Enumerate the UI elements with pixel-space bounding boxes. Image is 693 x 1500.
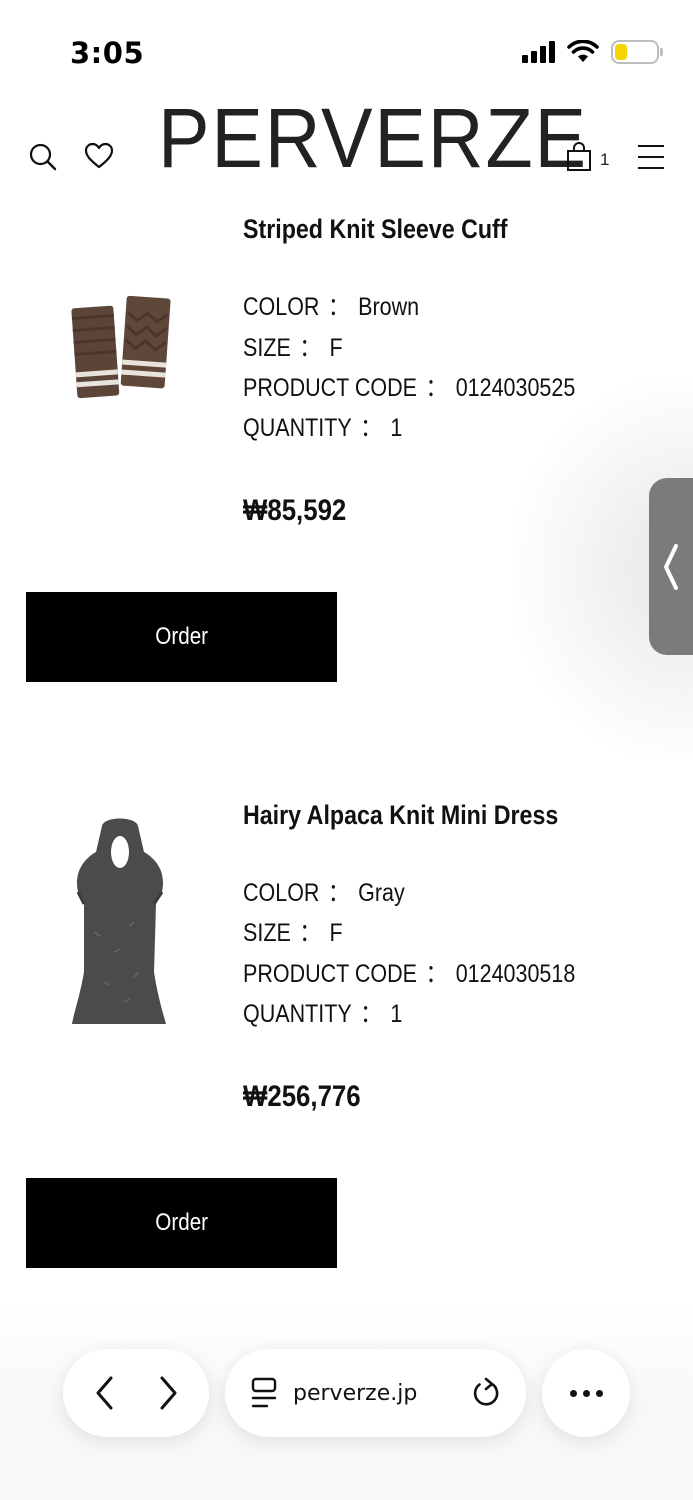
- separator: ：: [360, 1000, 382, 1028]
- product-quantity: QUANTITY ： 1: [243, 408, 402, 444]
- product-name[interactable]: Striped Knit Sleeve Cuff: [243, 214, 507, 245]
- quantity-label: QUANTITY: [243, 1000, 352, 1028]
- product-size: SIZE ： F: [243, 913, 343, 949]
- reload-icon[interactable]: [470, 1376, 502, 1410]
- order-button-label: Order: [155, 1209, 208, 1236]
- status-time: 3:05: [70, 36, 145, 70]
- separator: ：: [425, 374, 448, 402]
- address-bar[interactable]: perverze.jp: [225, 1349, 526, 1437]
- browser-nav-group: [63, 1349, 209, 1437]
- order-button[interactable]: Order: [26, 1178, 337, 1268]
- separator: ：: [425, 960, 448, 988]
- chevron-left-icon: [664, 543, 678, 590]
- size-label: SIZE: [243, 334, 291, 362]
- color-label: COLOR: [243, 879, 320, 907]
- color-label: COLOR: [243, 293, 320, 321]
- more-button[interactable]: [542, 1349, 630, 1437]
- separator: ：: [328, 879, 350, 907]
- separator: ：: [299, 334, 321, 362]
- cart-icon[interactable]: [564, 140, 594, 174]
- side-panel-handle[interactable]: [649, 478, 693, 655]
- product-code: PRODUCT CODE： 0124030518: [243, 954, 575, 990]
- cellular-signal-icon: [522, 41, 555, 63]
- order-button-label: Order: [155, 623, 208, 650]
- quantity-value: 1: [390, 1000, 403, 1028]
- code-label: PRODUCT CODE: [243, 374, 418, 402]
- knit-mini-dress-image[interactable]: [44, 812, 194, 1032]
- knit-sleeve-cuff-image[interactable]: [44, 232, 194, 452]
- forward-icon[interactable]: [154, 1373, 182, 1413]
- back-icon[interactable]: [91, 1373, 119, 1413]
- code-value: 0124030525: [455, 374, 576, 402]
- color-value: Brown: [358, 293, 420, 321]
- reader-icon[interactable]: [249, 1376, 279, 1410]
- product-quantity: QUANTITY ： 1: [243, 994, 402, 1030]
- product-price: ₩85,592: [243, 494, 347, 527]
- product-name[interactable]: Hairy Alpaca Knit Mini Dress: [243, 800, 558, 831]
- product-code: PRODUCT CODE： 0124030525: [243, 368, 575, 404]
- separator: ：: [360, 414, 382, 442]
- battery-icon: [611, 40, 663, 64]
- order-button[interactable]: Order: [26, 592, 337, 682]
- brand-logo[interactable]: PERVERZE: [158, 96, 586, 180]
- status-icons: [522, 40, 663, 64]
- separator: ：: [299, 919, 321, 947]
- url-text[interactable]: perverze.jp: [293, 1381, 456, 1406]
- size-value: F: [329, 334, 343, 362]
- separator: ：: [328, 293, 350, 321]
- cart-count-badge: 1: [600, 150, 610, 169]
- code-label: PRODUCT CODE: [243, 960, 418, 988]
- product-size: SIZE ： F: [243, 328, 343, 364]
- wifi-icon: [567, 40, 599, 62]
- more-icon: [569, 1389, 603, 1397]
- menu-icon[interactable]: [634, 142, 668, 172]
- color-value: Gray: [358, 879, 405, 907]
- size-value: F: [329, 919, 343, 947]
- quantity-value: 1: [390, 414, 403, 442]
- search-icon[interactable]: [26, 140, 60, 174]
- product-price: ₩256,776: [243, 1080, 361, 1113]
- product-color: COLOR ： Brown: [243, 287, 419, 323]
- code-value: 0124030518: [455, 960, 576, 988]
- product-color: COLOR ： Gray: [243, 873, 405, 909]
- heart-icon[interactable]: [82, 140, 116, 172]
- quantity-label: QUANTITY: [243, 414, 352, 442]
- size-label: SIZE: [243, 919, 291, 947]
